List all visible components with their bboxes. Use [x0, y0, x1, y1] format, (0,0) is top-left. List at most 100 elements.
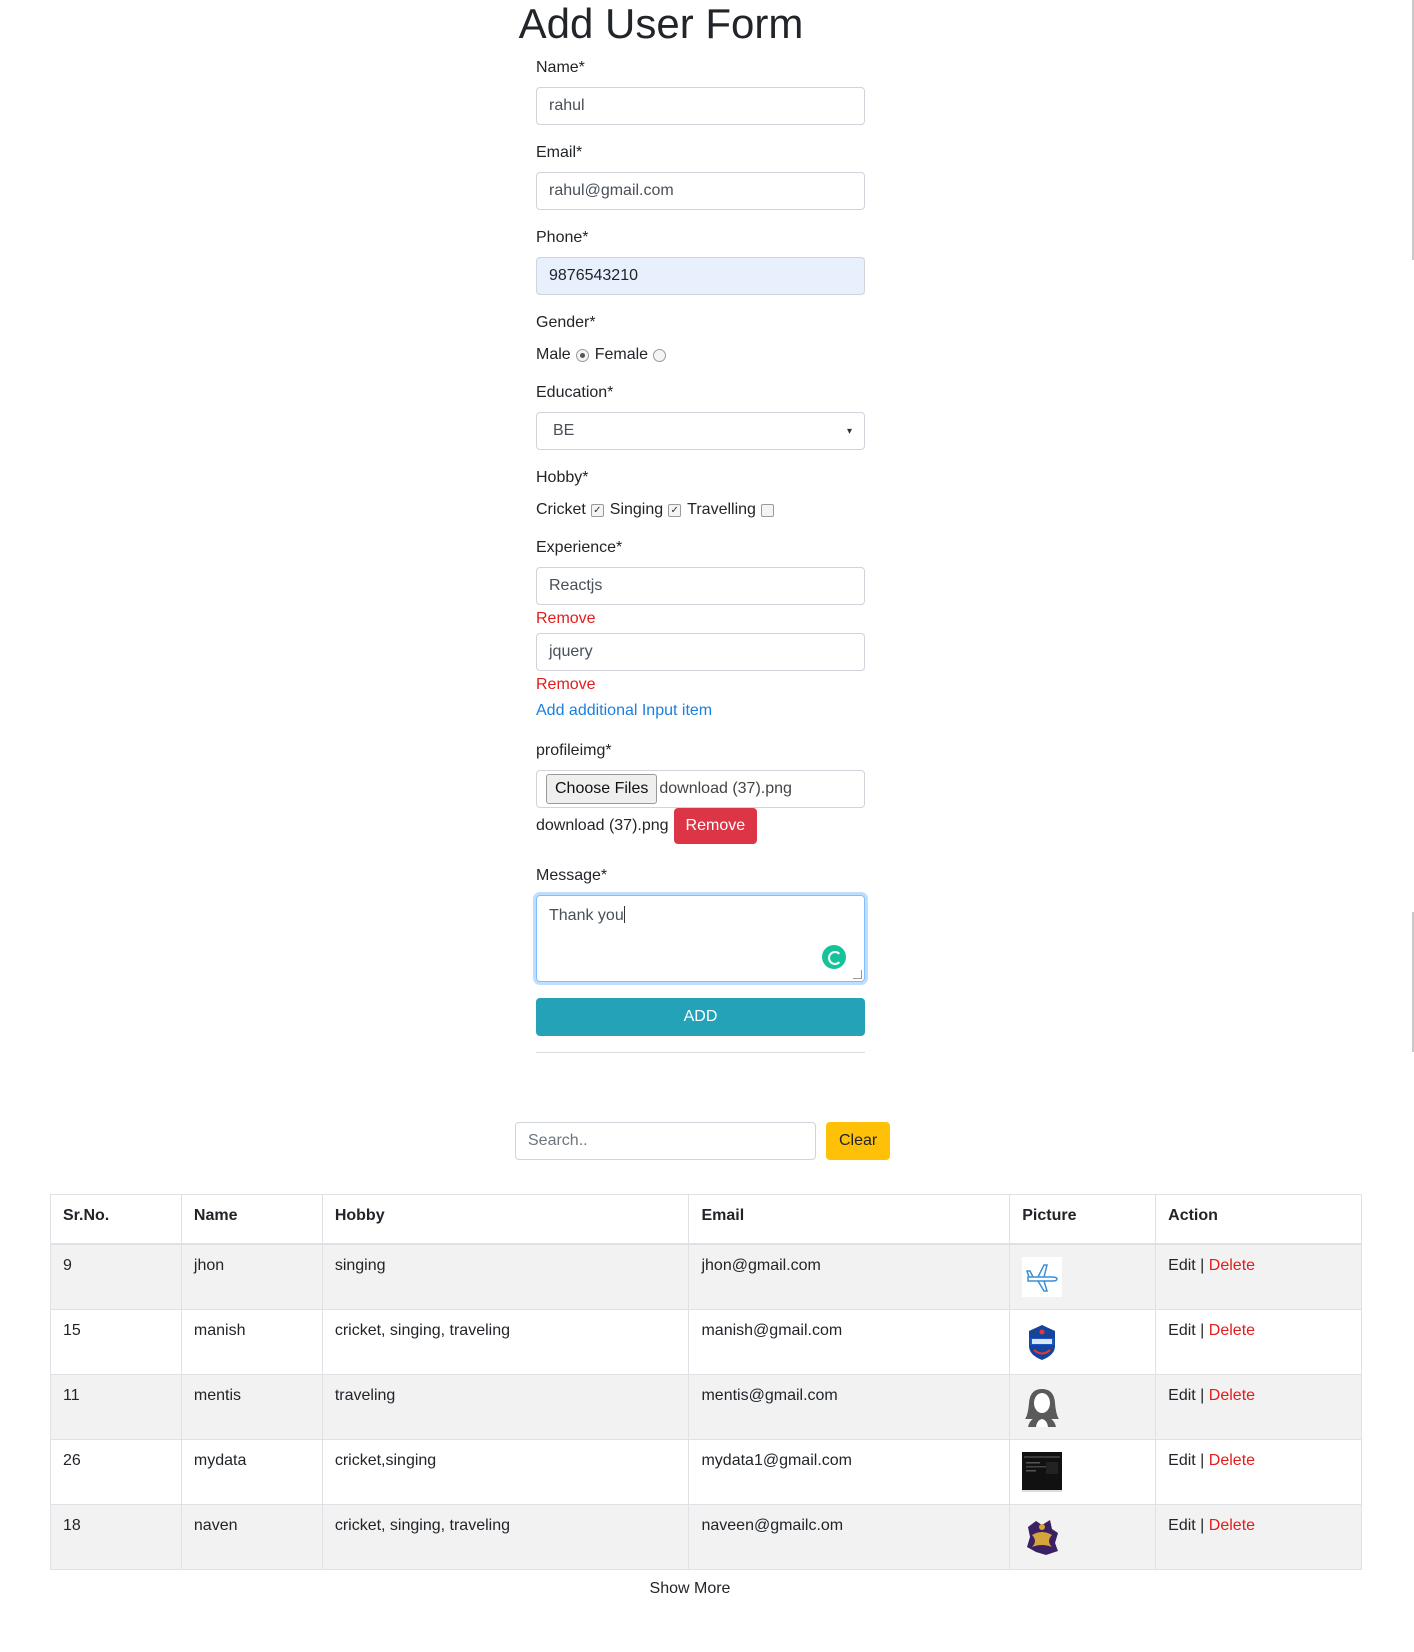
action-separator: |	[1200, 1517, 1205, 1534]
cell-name: mydata	[180, 1439, 323, 1505]
header-picture: Picture	[1009, 1194, 1157, 1245]
cell-hobby: traveling	[321, 1374, 690, 1440]
add-user-form: Name* rahul Email* rahul@gmail.com Phone…	[536, 58, 865, 1053]
cell-name: manish	[180, 1309, 323, 1375]
cell-action: Edit | Delete	[1155, 1374, 1362, 1440]
selected-file-name: download (37).png	[659, 780, 792, 797]
delete-link[interactable]: Delete	[1209, 1387, 1255, 1404]
add-button[interactable]: ADD	[536, 998, 865, 1036]
search-placeholder: Search..	[528, 1132, 588, 1149]
header-action: Action	[1155, 1194, 1362, 1245]
table-row: 15 manish cricket, singing, traveling ma…	[50, 1309, 1362, 1375]
add-input-item-link[interactable]: Add additional Input item	[536, 701, 865, 721]
edit-link[interactable]: Edit	[1168, 1452, 1196, 1469]
page-title: Add User Form	[518, 0, 804, 47]
profileimg-label: profileimg*	[536, 742, 612, 759]
edit-link[interactable]: Edit	[1168, 1517, 1196, 1534]
education-select[interactable]: BE ▾	[536, 412, 865, 450]
action-separator: |	[1200, 1322, 1205, 1339]
cell-picture	[1009, 1439, 1157, 1505]
phone-input[interactable]: 9876543210	[536, 257, 865, 295]
uploaded-file-name: download (37).png	[536, 817, 669, 834]
cell-hobby: cricket, singing, traveling	[321, 1504, 690, 1570]
delete-link[interactable]: Delete	[1209, 1452, 1255, 1469]
experience-value-2: jquery	[549, 643, 593, 660]
header-hobby: Hobby	[321, 1194, 690, 1245]
cell-name: jhon	[180, 1243, 323, 1310]
cell-picture	[1009, 1243, 1157, 1310]
table-header-row: Sr.No. Name Hobby Email Picture Action	[50, 1194, 1362, 1245]
experience-label: Experience*	[536, 539, 623, 556]
table-row: 9 jhon singing jhon@gmail.com Edit | Del…	[50, 1243, 1362, 1310]
remove-experience-2-link[interactable]: Remove	[536, 675, 865, 695]
header-email: Email	[688, 1194, 1011, 1245]
search-input[interactable]: Search..	[515, 1122, 816, 1160]
cell-hobby: cricket, singing, traveling	[321, 1309, 690, 1375]
uploaded-file-row: download (37).png Remove	[536, 808, 865, 844]
remove-file-button[interactable]: Remove	[673, 808, 758, 844]
experience-input-2[interactable]: jquery	[536, 633, 865, 671]
cell-name: mentis	[180, 1374, 323, 1440]
name-value: rahul	[549, 97, 585, 114]
choose-files-button[interactable]: Choose Files	[546, 774, 658, 804]
female-avatar-icon	[1025, 1389, 1060, 1427]
edit-link[interactable]: Edit	[1168, 1322, 1196, 1339]
edit-link[interactable]: Edit	[1168, 1257, 1196, 1274]
grammarly-icon[interactable]	[822, 945, 846, 969]
delete-link[interactable]: Delete	[1209, 1517, 1255, 1534]
message-textarea[interactable]: Thank you	[536, 895, 865, 982]
action-separator: |	[1200, 1452, 1205, 1469]
show-more-button[interactable]: Show More	[0, 1580, 1380, 1598]
users-table: Sr.No. Name Hobby Email Picture Action 9…	[50, 1194, 1362, 1570]
gender-group: Male Female	[536, 345, 865, 365]
header-name: Name	[180, 1194, 323, 1245]
profileimg-file-input[interactable]: Choose Files download (37).png	[536, 770, 865, 808]
hobby-group: Cricket ✓ Singing ✓ Travelling	[536, 500, 865, 520]
gender-female-radio[interactable]	[653, 348, 667, 362]
delhi-capitals-logo	[1029, 1325, 1056, 1360]
hobby-travelling-checkbox[interactable]	[760, 503, 774, 517]
text-cursor	[623, 906, 625, 923]
table-row: 18 naven cricket, singing, traveling nav…	[50, 1504, 1362, 1570]
phone-label: Phone*	[536, 229, 589, 246]
name-input[interactable]: rahul	[536, 87, 865, 125]
cell-hobby: cricket,singing	[321, 1439, 690, 1505]
cell-action: Edit | Delete	[1155, 1439, 1362, 1505]
header-srno: Sr.No.	[50, 1194, 182, 1245]
cell-hobby: singing	[321, 1243, 690, 1310]
hobby-cricket-label: Cricket	[536, 501, 586, 518]
cell-action: Edit | Delete	[1155, 1504, 1362, 1570]
email-value: rahul@gmail.com	[549, 182, 674, 199]
hobby-singing-checkbox[interactable]: ✓	[668, 503, 682, 517]
hobby-label: Hobby*	[536, 469, 589, 486]
delete-link[interactable]: Delete	[1209, 1257, 1255, 1274]
cell-email: manish@gmail.com	[688, 1309, 1011, 1375]
table-row: 26 mydata cricket,singing mydata1@gmail.…	[50, 1439, 1362, 1505]
experience-input-1[interactable]: Reactjs	[536, 567, 865, 605]
gender-female-label: Female	[594, 346, 649, 363]
delete-link[interactable]: Delete	[1209, 1322, 1255, 1339]
message-value: Thank you	[549, 907, 624, 924]
message-label: Message*	[536, 867, 608, 884]
gender-male-label: Male	[536, 346, 571, 363]
education-value: BE	[553, 422, 575, 439]
resize-handle-icon[interactable]	[853, 970, 862, 979]
cell-action: Edit | Delete	[1155, 1243, 1362, 1310]
name-label: Name*	[536, 59, 585, 76]
knight-riders-logo	[1027, 1520, 1059, 1555]
hobby-cricket-checkbox[interactable]: ✓	[590, 503, 604, 517]
clear-button[interactable]: Clear	[826, 1122, 891, 1160]
email-input[interactable]: rahul@gmail.com	[536, 172, 865, 210]
gender-male-radio[interactable]	[575, 348, 589, 362]
edit-link[interactable]: Edit	[1168, 1387, 1196, 1404]
remove-experience-1-link[interactable]: Remove	[536, 609, 865, 629]
chevron-down-icon: ▾	[846, 425, 852, 437]
experience-value-1: Reactjs	[549, 577, 603, 594]
table-row: 11 mentis traveling mentis@gmail.com Edi…	[50, 1374, 1362, 1440]
cell-picture	[1009, 1374, 1157, 1440]
cell-email: mentis@gmail.com	[688, 1374, 1011, 1440]
screenshot-thumbnail	[1022, 1452, 1063, 1492]
cell-name: naven	[180, 1504, 323, 1570]
hobby-singing-label: Singing	[609, 501, 664, 518]
form-divider	[536, 1052, 865, 1053]
